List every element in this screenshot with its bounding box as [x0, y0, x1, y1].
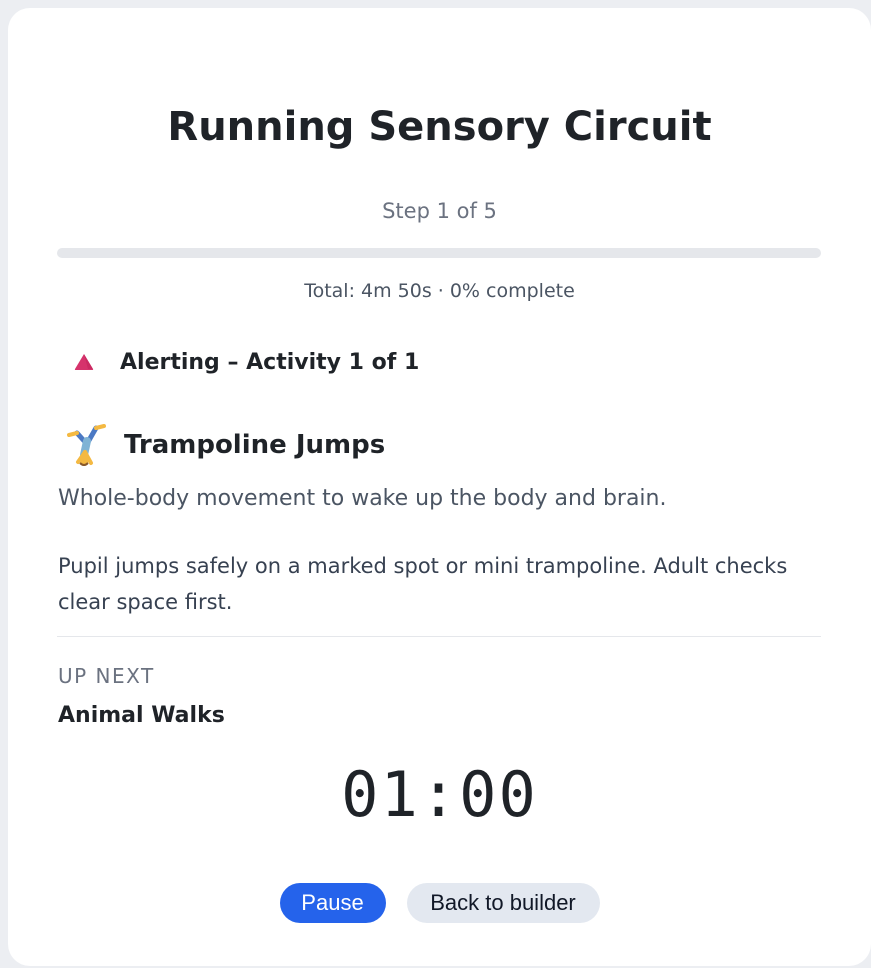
- pause-button[interactable]: Pause: [279, 883, 386, 923]
- back-to-builder-button[interactable]: Back to builder: [406, 883, 600, 923]
- page-title: Running Sensory Circuit: [167, 104, 712, 150]
- divider: [57, 636, 821, 637]
- progress-summary: Total: 4m 50s · 0% complete: [304, 280, 575, 302]
- up-next-heading: Up next: [58, 664, 155, 688]
- controls: Pause Back to builder: [8, 883, 871, 923]
- progress-bar: [57, 248, 821, 258]
- red-triangle-icon: [72, 350, 96, 374]
- activity-header: Trampoline Jumps: [58, 422, 385, 468]
- activity-summary: Whole-body movement to wake up the body …: [58, 486, 667, 511]
- activity-name: Trampoline Jumps: [124, 430, 386, 460]
- countdown-timer: 01:00: [341, 758, 538, 831]
- zone-label: Alerting – Activity 1 of 1: [120, 349, 420, 375]
- activity-details: Pupil jumps safely on a marked spot or m…: [58, 554, 788, 614]
- cartwheel-person-icon: [58, 422, 110, 468]
- circuit-card: Running Sensory Circuit Step 1 of 5 Tota…: [8, 8, 871, 966]
- step-counter: Step 1 of 5: [382, 199, 497, 223]
- up-next-activity: Animal Walks: [58, 703, 225, 728]
- zone-header: Alerting – Activity 1 of 1: [72, 345, 419, 379]
